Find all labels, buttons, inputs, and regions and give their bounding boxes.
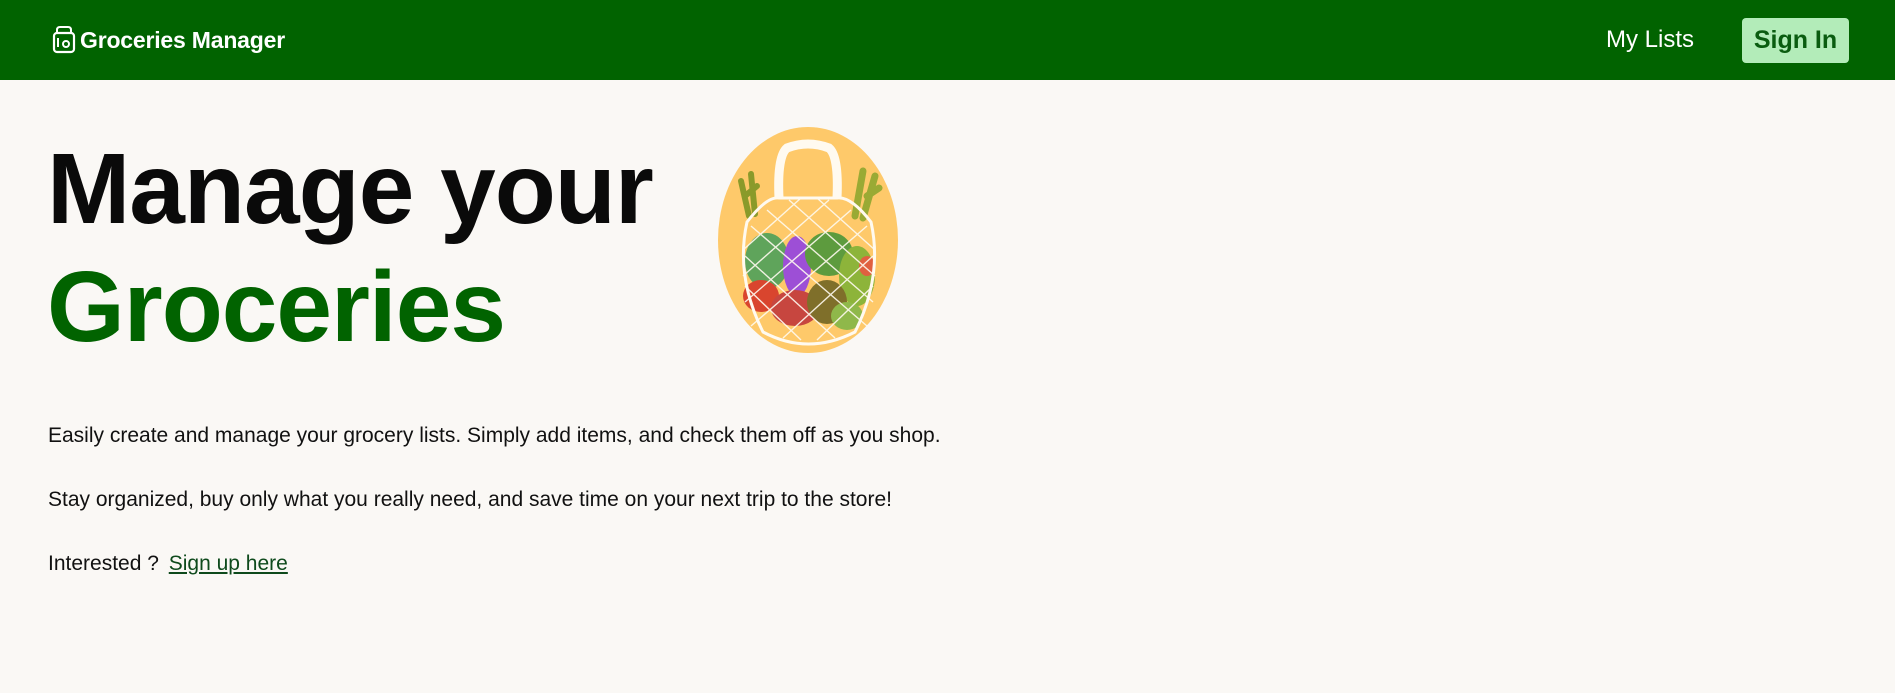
interested-label: Interested ? [48, 552, 159, 575]
sign-up-link[interactable]: Sign up here [169, 552, 288, 575]
nav-links: My Lists Sign In [1606, 17, 1849, 63]
intro-paragraph-1: Easily create and manage your grocery li… [48, 424, 941, 447]
my-lists-link[interactable]: My Lists [1606, 26, 1694, 54]
bag-icon [50, 25, 78, 55]
sign-in-button[interactable]: Sign In [1742, 17, 1849, 63]
hero-title-line1: Manage your [47, 133, 654, 245]
hero-title: Manage your Groceries [47, 130, 654, 366]
brand-link[interactable]: Groceries Manager [50, 25, 285, 55]
hero-title-line2: Groceries [47, 251, 506, 363]
grocery-bag-illustration [717, 126, 899, 354]
intro-paragraph-2: Stay organized, buy only what you really… [48, 488, 892, 511]
signup-prompt: Interested ? Sign up here [48, 552, 288, 576]
navbar: Groceries Manager My Lists Sign In [0, 0, 1895, 80]
brand-name: Groceries Manager [80, 26, 285, 53]
